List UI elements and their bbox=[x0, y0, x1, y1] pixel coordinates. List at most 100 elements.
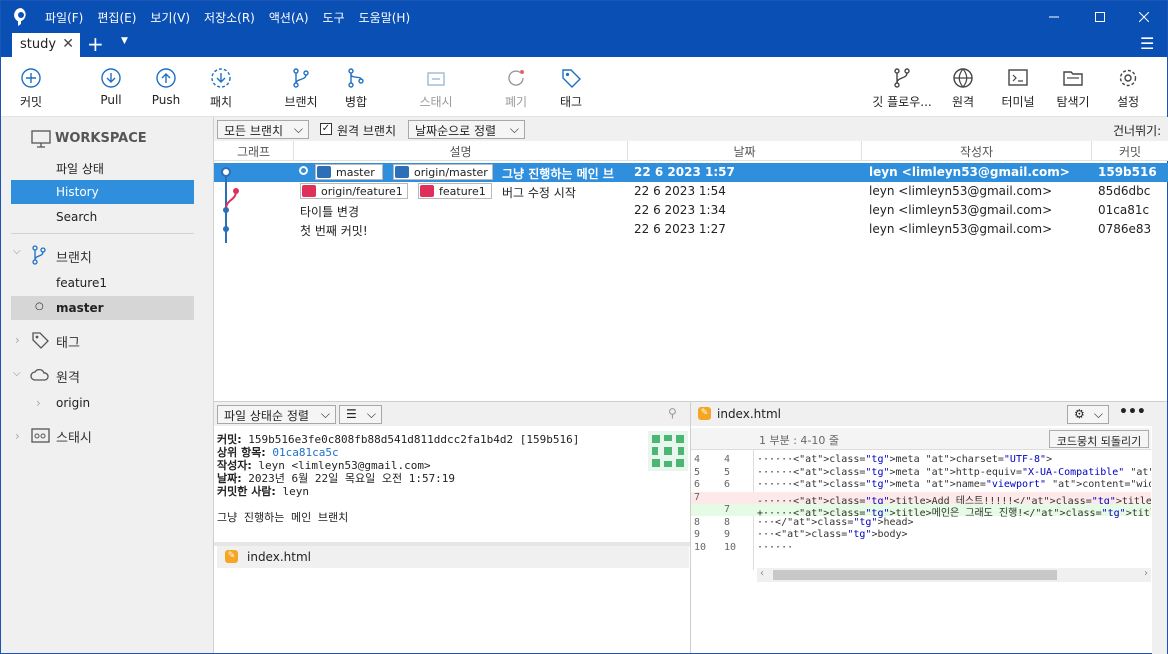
settings-label: 설정 bbox=[1116, 95, 1140, 109]
git-flow-button[interactable]: 깃 플로우... bbox=[869, 67, 935, 110]
ref-tag-master[interactable]: master bbox=[315, 164, 383, 180]
view-mode-dropdown[interactable]: ☰ ⌵ bbox=[339, 405, 382, 424]
search-icon[interactable]: ⚲ bbox=[668, 406, 677, 420]
commit-row[interactable]: origin/feature1 feature1 버그 수정 시작 22 6 2… bbox=[214, 182, 1168, 201]
graph-node bbox=[223, 207, 229, 213]
scrollbar-thumb[interactable] bbox=[773, 570, 1057, 580]
stashes-heading[interactable]: 스태시 bbox=[56, 427, 92, 446]
graph-line-feature1 bbox=[225, 190, 237, 210]
sidebar-branch-feature1[interactable]: feature1 bbox=[11, 271, 194, 295]
sidebar-item-search[interactable]: Search bbox=[11, 205, 194, 229]
column-description[interactable]: 설명 bbox=[294, 141, 628, 161]
ref-tag-label: origin/master bbox=[414, 166, 488, 179]
column-commit[interactable]: 커밋 bbox=[1092, 141, 1168, 161]
menu-file[interactable]: 파일(F) bbox=[45, 9, 83, 26]
file-modified-icon: ✎ bbox=[225, 550, 238, 563]
tab-label: study bbox=[20, 37, 57, 52]
tag-icon bbox=[32, 332, 49, 349]
old-line-number: 10 bbox=[694, 541, 707, 553]
tags-chevron-icon[interactable]: › bbox=[15, 333, 20, 347]
explorer-label: 탐색기 bbox=[1056, 95, 1090, 109]
commit-row[interactable]: master origin/master 그냥 진행하는 메인 브 22 6 2… bbox=[214, 163, 1168, 182]
close-icon bbox=[1139, 12, 1149, 22]
tag-button[interactable]: 태그 bbox=[541, 67, 601, 110]
merge-button[interactable]: 병합 bbox=[326, 67, 386, 110]
ref-tag-label: origin/feature1 bbox=[321, 185, 403, 198]
fetch-button[interactable]: 패치 bbox=[191, 67, 251, 110]
all-branches-dropdown[interactable]: 모든 브랜치 ⌵ bbox=[217, 120, 309, 139]
chevron-down-icon: ⌵ bbox=[509, 122, 519, 136]
commit-author: leyn <limleyn53@gmail.com> bbox=[869, 165, 1070, 179]
menu-repository[interactable]: 저장소(R) bbox=[204, 9, 255, 26]
old-line-number: 4 bbox=[694, 454, 701, 465]
sidebar-item-file-status[interactable]: 파일 상태 bbox=[11, 155, 194, 179]
tag-icon bbox=[562, 69, 581, 88]
file-list-item[interactable]: ✎ index.html bbox=[217, 546, 689, 568]
close-button[interactable] bbox=[1121, 1, 1167, 33]
column-author[interactable]: 작성자 bbox=[862, 141, 1092, 161]
remote-branches-checkbox[interactable]: ✓ bbox=[320, 123, 332, 135]
menu-help[interactable]: 도움말(H) bbox=[359, 9, 411, 26]
more-options-icon[interactable]: ••• bbox=[1119, 404, 1146, 420]
tab-study[interactable]: study ✕ bbox=[12, 33, 80, 57]
remote-label: 원격 bbox=[951, 95, 975, 109]
diff-settings-dropdown[interactable]: ⚙ ⌵ bbox=[1067, 405, 1109, 424]
branch-button[interactable]: 브랜치 bbox=[271, 67, 331, 110]
terminal-button[interactable]: 터미널 bbox=[988, 67, 1048, 110]
remotes-chevron-icon[interactable]: ⌵ bbox=[13, 368, 21, 379]
revert-hunk-button[interactable]: 코드뭉치 되돌리기 bbox=[1049, 430, 1149, 448]
sidebar-remote-origin[interactable]: origin bbox=[11, 391, 194, 415]
commit-message: 그냥 진행하는 메인 브랜치 bbox=[217, 511, 349, 524]
branch-icon bbox=[302, 185, 316, 197]
diff-panel: ✎ index.html ⚙ ⌵ ••• 1 부분 : 4-10 줄 코드뭉치 되… bbox=[690, 401, 1167, 654]
stash-icon bbox=[31, 428, 50, 443]
branches-chevron-icon[interactable]: ⌵ bbox=[13, 246, 21, 257]
commit-description: 타이틀 변경 bbox=[300, 205, 360, 219]
discard-button[interactable]: 폐기 bbox=[486, 67, 546, 110]
stashes-chevron-icon[interactable]: › bbox=[15, 429, 20, 443]
diff-line-text: ······<"at">class="tg">meta "at">charset… bbox=[757, 454, 1053, 465]
branch-icon bbox=[420, 185, 434, 197]
new-tab-button[interactable]: + bbox=[87, 32, 104, 56]
menu-actions[interactable]: 액션(A) bbox=[269, 9, 309, 26]
sidebar-item-history[interactable]: History bbox=[11, 180, 194, 204]
remote-button[interactable]: 원격 bbox=[933, 67, 993, 110]
menu-view[interactable]: 보기(V) bbox=[150, 9, 190, 26]
history-panel: 모든 브랜치 ⌵ ✓ 원격 브랜치 날짜순으로 정렬 ⌵ 건너뛰기: 그래프 설명 … bbox=[213, 117, 1168, 401]
settings-button[interactable]: 설정 bbox=[1098, 67, 1158, 110]
pull-button[interactable]: Pull bbox=[81, 67, 141, 107]
menu-tools[interactable]: 도구 bbox=[323, 9, 345, 26]
diff-file-name: index.html bbox=[717, 407, 781, 421]
sidebar: WORKSPACE 파일 상태 History Search ⌵ 브랜치 fea… bbox=[1, 117, 213, 653]
vertical-scrollbar[interactable] bbox=[1152, 402, 1167, 654]
horizontal-scrollbar[interactable]: ‹ › bbox=[757, 568, 1151, 582]
column-date[interactable]: 날짜 bbox=[628, 141, 862, 161]
branches-heading[interactable]: 브랜치 bbox=[56, 247, 92, 266]
commit-description: 그냥 진행하는 메인 브 bbox=[502, 167, 614, 181]
new-line-number: 10 bbox=[724, 541, 737, 553]
ref-tag-origin-master[interactable]: origin/master bbox=[393, 164, 493, 180]
sort-dropdown[interactable]: 날짜순으로 정렬 ⌵ bbox=[408, 120, 525, 139]
commit-button[interactable]: 커밋 bbox=[1, 67, 61, 110]
commit-row[interactable]: 첫 번째 커밋! 22 6 2023 1:27 leyn <limleyn53@… bbox=[214, 220, 1168, 239]
column-graph[interactable]: 그래프 bbox=[214, 141, 294, 161]
ref-tag-origin-feature1[interactable]: origin/feature1 bbox=[300, 183, 408, 199]
tags-heading[interactable]: 태그 bbox=[56, 332, 80, 351]
ref-tag-feature1[interactable]: feature1 bbox=[418, 183, 492, 199]
scroll-right-icon[interactable]: › bbox=[1144, 568, 1148, 579]
tab-list-chevron-icon[interactable]: ▼ bbox=[121, 36, 128, 46]
hamburger-menu-icon[interactable]: ☰ bbox=[1140, 34, 1154, 53]
maximize-button[interactable] bbox=[1077, 1, 1123, 33]
diff-line-text: ······<"at">class="tg">meta "at">name="v… bbox=[757, 479, 1151, 490]
remotes-heading[interactable]: 원격 bbox=[56, 367, 80, 386]
scroll-left-icon[interactable]: ‹ bbox=[760, 568, 764, 579]
stash-button[interactable]: 스태시 bbox=[406, 67, 466, 110]
commit-row[interactable]: 타이틀 변경 22 6 2023 1:34 leyn <limleyn53@gm… bbox=[214, 201, 1168, 220]
push-button[interactable]: Push bbox=[136, 67, 196, 107]
minimize-button[interactable] bbox=[1031, 1, 1077, 33]
tab-close-icon[interactable]: ✕ bbox=[62, 36, 74, 52]
menu-edit[interactable]: 편집(E) bbox=[97, 9, 136, 26]
branch-icon bbox=[32, 245, 46, 265]
explorer-button[interactable]: 탐색기 bbox=[1043, 67, 1103, 110]
file-sort-dropdown[interactable]: 파일 상태순 정렬 ⌵ bbox=[217, 405, 336, 424]
